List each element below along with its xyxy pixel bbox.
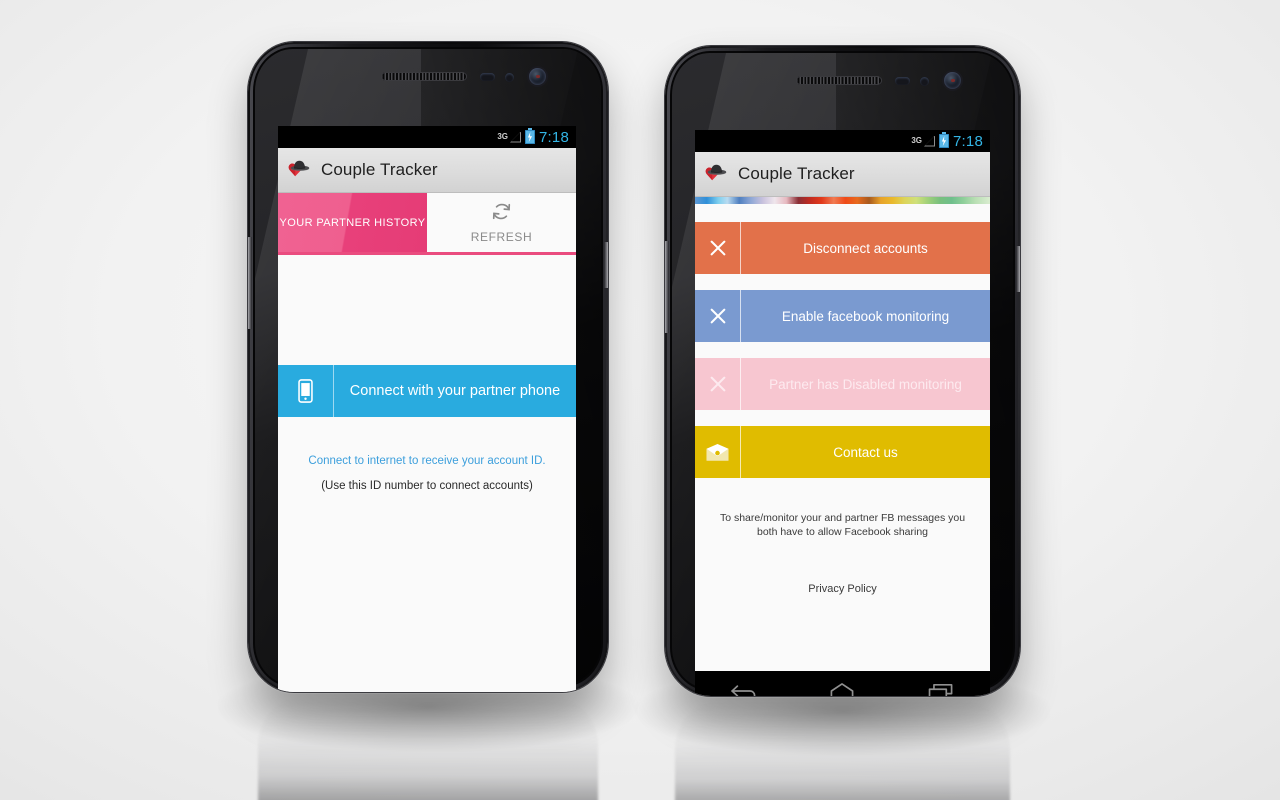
front-camera-right (944, 72, 961, 89)
content-area-right: Disconnect accounts Enable facebook moni… (695, 204, 990, 671)
partner-disabled-monitoring-row: Partner has Disabled monitoring (695, 358, 990, 410)
rainbow-divider (695, 197, 990, 204)
row-gap-2 (695, 342, 990, 358)
battery-charging-icon (525, 128, 535, 144)
proximity-sensor-left (480, 73, 495, 81)
partner-disabled-monitoring-label: Partner has Disabled monitoring (769, 376, 962, 392)
account-id-hint-sub: (Use this ID number to connect accounts) (321, 480, 533, 492)
action-bar-right: Couple Tracker (695, 152, 990, 197)
enable-facebook-monitoring-label: Enable facebook monitoring (781, 308, 950, 324)
enable-facebook-monitoring-row[interactable]: Enable facebook monitoring (695, 290, 990, 342)
history-empty-area (278, 255, 576, 365)
signal-triangle-icon (510, 132, 521, 143)
volume-button-right[interactable] (665, 241, 669, 333)
recents-icon[interactable] (926, 680, 956, 696)
tab-refresh[interactable]: REFRESH (427, 193, 576, 252)
device-reflection-left (258, 697, 598, 800)
disconnect-accounts-row[interactable]: Disconnect accounts (695, 222, 990, 274)
screen-left: 3G 7:18 Couple Tracker YOUR PARTNER HIST… (278, 126, 576, 692)
battery-bolt-glyph (527, 132, 533, 142)
privacy-policy-link[interactable]: Privacy Policy (695, 583, 990, 595)
status-bar-clock: 7:18 (953, 132, 983, 150)
network-type-label: 3G (911, 136, 922, 145)
contact-us-row[interactable]: Contact us (695, 426, 990, 478)
contact-us-label: Contact us (833, 444, 898, 460)
battery-bolt-glyph (941, 136, 947, 146)
tab-label-refresh: REFRESH (470, 230, 533, 244)
light-sensor-left (505, 73, 514, 82)
account-id-hint-link[interactable]: Connect to internet to receive your acco… (278, 455, 576, 467)
power-button-left[interactable] (604, 242, 608, 288)
tab-label-history: YOUR PARTNER HISTORY (279, 216, 426, 229)
close-x-icon (695, 358, 741, 410)
spacer-below-connect (278, 417, 576, 455)
row-gap-1 (695, 274, 990, 290)
phone-body-right: 3G 7:18 Couple Tracker Disconnect accoun… (665, 46, 1020, 696)
proximity-sensor-right (895, 77, 910, 85)
refresh-icon (491, 201, 512, 226)
mobile-phone-icon (278, 365, 334, 417)
network-type-label: 3G (497, 132, 508, 141)
facebook-sharing-note: To share/monitor your and partner FB mes… (719, 512, 966, 538)
spacer-between-hints (278, 467, 576, 480)
phone-device-left: 3G 7:18 Couple Tracker YOUR PARTNER HIST… (218, 42, 638, 800)
row-gap-3 (695, 410, 990, 426)
content-area-left: Connect with your partner phone Connect … (278, 255, 576, 692)
device-reflection-right (675, 701, 1010, 800)
spacer-before-note (695, 478, 990, 511)
connect-button-label: Connect with your partner phone (349, 383, 561, 399)
status-bar-left: 3G 7:18 (278, 126, 576, 148)
spacer-top-right (695, 204, 990, 222)
app-title-left: Couple Tracker (321, 160, 438, 179)
home-icon[interactable] (827, 680, 857, 696)
volume-button-left[interactable] (248, 237, 252, 329)
disconnect-accounts-label: Disconnect accounts (803, 240, 928, 256)
navigation-bar-right (695, 671, 990, 696)
phone-device-right: 3G 7:18 Couple Tracker Disconnect accoun… (635, 46, 1050, 800)
earpiece-speaker-left (381, 72, 467, 81)
signal-triangle-icon (924, 136, 935, 147)
action-bar-left: Couple Tracker (278, 148, 576, 193)
spacer-before-privacy (695, 539, 990, 583)
light-sensor-right (920, 77, 929, 86)
heart-fedora-logo-icon (704, 162, 730, 186)
phone-body-left: 3G 7:18 Couple Tracker YOUR PARTNER HIST… (248, 42, 608, 692)
app-title-right: Couple Tracker (738, 164, 855, 183)
status-bar-right: 3G 7:18 (695, 130, 990, 152)
close-x-icon (695, 290, 741, 342)
power-button-right[interactable] (1016, 246, 1020, 292)
close-x-icon (695, 222, 741, 274)
tab-your-partner-history[interactable]: YOUR PARTNER HISTORY (278, 193, 427, 252)
envelope-icon (695, 426, 741, 478)
heart-fedora-logo-icon (287, 158, 313, 182)
battery-charging-icon (939, 132, 949, 148)
screen-right: 3G 7:18 Couple Tracker Disconnect accoun… (695, 130, 990, 696)
status-bar-clock: 7:18 (539, 128, 569, 146)
connect-with-partner-phone-button[interactable]: Connect with your partner phone (278, 365, 576, 417)
tab-bar-left: YOUR PARTNER HISTORY REFRESH (278, 193, 576, 255)
front-camera-left (529, 68, 546, 85)
back-icon[interactable] (729, 680, 759, 696)
earpiece-speaker-right (796, 76, 882, 85)
